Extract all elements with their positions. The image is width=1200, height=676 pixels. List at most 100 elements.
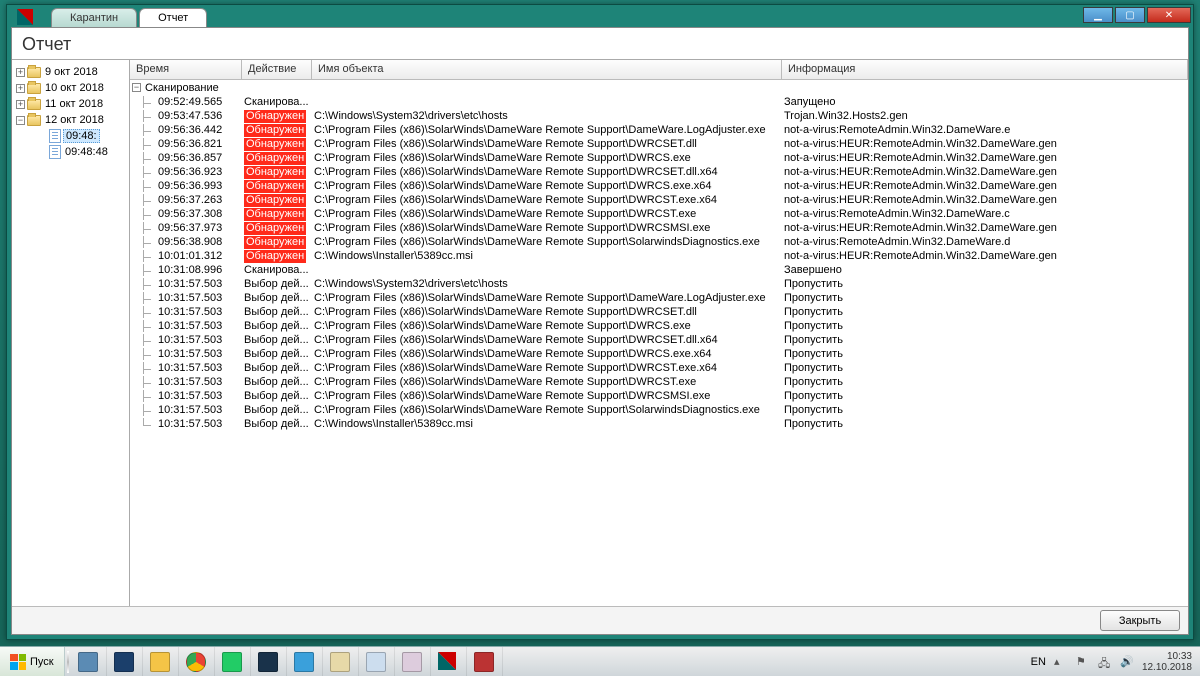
- tree-label: 12 окт 2018: [43, 114, 106, 126]
- table-row[interactable]: 10:31:57.503Выбор дей...C:\Program Files…: [130, 389, 1188, 403]
- cell-time: 10:31:08.996: [130, 264, 242, 276]
- col-info[interactable]: Информация: [782, 60, 1188, 79]
- collapse-icon[interactable]: −: [16, 116, 25, 125]
- cell-object: C:\Program Files (x86)\SolarWinds\DameWa…: [312, 138, 782, 150]
- close-button[interactable]: Закрыть: [1100, 610, 1180, 631]
- taskbar-app-kaspersky-tool[interactable]: [395, 647, 431, 676]
- table-row[interactable]: 09:56:37.263ОбнаруженC:\Program Files (x…: [130, 193, 1188, 207]
- table-row[interactable]: 10:31:57.503Выбор дей...C:\Windows\Syste…: [130, 277, 1188, 291]
- cell-time: 09:56:36.857: [130, 152, 242, 164]
- col-action[interactable]: Действие: [242, 60, 312, 79]
- tree-folder[interactable]: − 12 окт 2018: [14, 112, 127, 128]
- action-center-icon[interactable]: ⚑: [1076, 655, 1090, 669]
- report-grid: Время Действие Имя объекта Информация −С…: [130, 60, 1188, 606]
- cell-time: 10:31:57.503: [130, 348, 242, 360]
- cell-action: Выбор дей...: [242, 292, 312, 304]
- cell-object: C:\Program Files (x86)\SolarWinds\DameWa…: [312, 334, 782, 346]
- col-time[interactable]: Время: [130, 60, 242, 79]
- threat-badge: Обнаружен: [244, 208, 306, 221]
- table-row[interactable]: 10:31:57.503Выбор дей...C:\Program Files…: [130, 403, 1188, 417]
- tree-file[interactable]: 09:48:: [14, 128, 127, 144]
- taskbar-app-powershell[interactable]: [107, 647, 143, 676]
- group-row[interactable]: −Сканирование: [130, 80, 1188, 95]
- collapse-icon[interactable]: −: [132, 83, 141, 92]
- expand-icon[interactable]: +: [16, 100, 25, 109]
- network-icon[interactable]: 🖧: [1098, 655, 1112, 669]
- cell-time: 09:56:36.993: [130, 180, 242, 192]
- cell-info: not-a-virus:HEUR:RemoteAdmin.Win32.DameW…: [782, 138, 1188, 150]
- tree-label: 10 окт 2018: [43, 82, 106, 94]
- tray-up-icon[interactable]: ▴: [1054, 655, 1068, 669]
- table-row[interactable]: 10:31:57.503Выбор дей...C:\Program Files…: [130, 333, 1188, 347]
- date-tree[interactable]: +9 окт 2018+10 окт 2018+11 окт 2018−12 о…: [12, 60, 130, 606]
- titlebar: КарантинОтчет ▁ ▢ ✕: [7, 5, 1193, 27]
- table-row[interactable]: 09:56:37.973ОбнаруженC:\Program Files (x…: [130, 221, 1188, 235]
- cell-info: not-a-virus:RemoteAdmin.Win32.DameWare.d: [782, 236, 1188, 248]
- taskbar-app-chrome[interactable]: [179, 647, 215, 676]
- table-row[interactable]: 10:31:57.503Выбор дей...C:\Program Files…: [130, 347, 1188, 361]
- table-row[interactable]: 10:31:57.503Выбор дей...C:\Program Files…: [130, 361, 1188, 375]
- table-row[interactable]: 10:31:57.503Выбор дей...C:\Program Files…: [130, 291, 1188, 305]
- threat-badge: Обнаружен: [244, 180, 306, 193]
- taskbar-clock[interactable]: 10:33 12.10.2018: [1142, 651, 1192, 673]
- threat-badge: Обнаружен: [244, 110, 306, 123]
- threat-badge: Обнаружен: [244, 124, 306, 137]
- taskbar-app-notepad[interactable]: [359, 647, 395, 676]
- table-row[interactable]: 10:31:08.996Сканирова...Завершено: [130, 263, 1188, 277]
- table-row[interactable]: 10:31:57.503Выбор дей...C:\Program Files…: [130, 375, 1188, 389]
- table-row[interactable]: 10:31:57.503Выбор дей...C:\Program Files…: [130, 319, 1188, 333]
- cell-object: C:\Windows\Installer\5389cc.msi: [312, 250, 782, 262]
- volume-icon[interactable]: 🔊: [1120, 655, 1134, 669]
- window-close-button[interactable]: ✕: [1147, 7, 1191, 23]
- table-row[interactable]: 09:56:37.308ОбнаруженC:\Program Files (x…: [130, 207, 1188, 221]
- taskbar-app-task-manager[interactable]: [251, 647, 287, 676]
- tree-folder[interactable]: +11 окт 2018: [14, 96, 127, 112]
- col-object[interactable]: Имя объекта: [312, 60, 782, 79]
- cell-info: not-a-virus:HEUR:RemoteAdmin.Win32.DameW…: [782, 152, 1188, 164]
- tree-label: 9 окт 2018: [43, 66, 100, 78]
- table-row[interactable]: 09:56:36.442ОбнаруженC:\Program Files (x…: [130, 123, 1188, 137]
- table-row[interactable]: 10:31:57.503Выбор дей...C:\Program Files…: [130, 305, 1188, 319]
- table-row[interactable]: 09:56:36.923ОбнаруженC:\Program Files (x…: [130, 165, 1188, 179]
- tree-folder[interactable]: +10 окт 2018: [14, 80, 127, 96]
- cell-time: 10:31:57.503: [130, 306, 242, 318]
- grid-header[interactable]: Время Действие Имя объекта Информация: [130, 60, 1188, 80]
- cell-info: Пропустить: [782, 334, 1188, 346]
- table-row[interactable]: 09:56:36.857ОбнаруженC:\Program Files (x…: [130, 151, 1188, 165]
- table-row[interactable]: 09:56:38.908ОбнаруженC:\Program Files (x…: [130, 235, 1188, 249]
- paint-icon: [330, 652, 350, 672]
- tab-report[interactable]: Отчет: [139, 8, 207, 27]
- taskbar-app-toolbox[interactable]: [467, 647, 503, 676]
- window-minimize-button[interactable]: ▁: [1083, 7, 1113, 23]
- cell-time: 09:56:37.973: [130, 222, 242, 234]
- grid-body[interactable]: −Сканирование09:52:49.565Сканирова...Зап…: [130, 80, 1188, 606]
- table-row[interactable]: 09:52:49.565Сканирова...Запущено: [130, 95, 1188, 109]
- table-row[interactable]: 09:56:36.993ОбнаруженC:\Program Files (x…: [130, 179, 1188, 193]
- table-row[interactable]: 09:56:36.821ОбнаруженC:\Program Files (x…: [130, 137, 1188, 151]
- cell-time: 09:53:47.536: [130, 110, 242, 122]
- cell-action: Обнаружен: [242, 138, 312, 151]
- taskbar-app-internet-explorer[interactable]: [287, 647, 323, 676]
- taskbar-app-remote-desktop[interactable]: [215, 647, 251, 676]
- start-button[interactable]: Пуск: [0, 647, 65, 676]
- taskbar-app-paint[interactable]: [323, 647, 359, 676]
- cell-action: Обнаружен: [242, 124, 312, 137]
- taskbar-app-server-manager[interactable]: [71, 647, 107, 676]
- table-row[interactable]: 10:01:01.312ОбнаруженC:\Windows\Installe…: [130, 249, 1188, 263]
- cell-object: C:\Program Files (x86)\SolarWinds\DameWa…: [312, 348, 782, 360]
- cell-action: Обнаружен: [242, 180, 312, 193]
- cell-info: Trojan.Win32.Hosts2.gen: [782, 110, 1188, 122]
- tab-quarantine[interactable]: Карантин: [51, 8, 137, 27]
- table-row[interactable]: 10:31:57.503Выбор дей...C:\Windows\Insta…: [130, 417, 1188, 431]
- table-row[interactable]: 09:53:47.536ОбнаруженC:\Windows\System32…: [130, 109, 1188, 123]
- expand-icon[interactable]: +: [16, 68, 25, 77]
- taskbar-divider: [67, 651, 69, 673]
- taskbar-app-explorer[interactable]: [143, 647, 179, 676]
- toolbox-icon: [474, 652, 494, 672]
- tree-file[interactable]: 09:48:48: [14, 144, 127, 160]
- window-maximize-button[interactable]: ▢: [1115, 7, 1145, 23]
- taskbar-app-kaspersky-av[interactable]: [431, 647, 467, 676]
- expand-icon[interactable]: +: [16, 84, 25, 93]
- tree-folder[interactable]: +9 окт 2018: [14, 64, 127, 80]
- language-indicator[interactable]: EN: [1031, 656, 1046, 668]
